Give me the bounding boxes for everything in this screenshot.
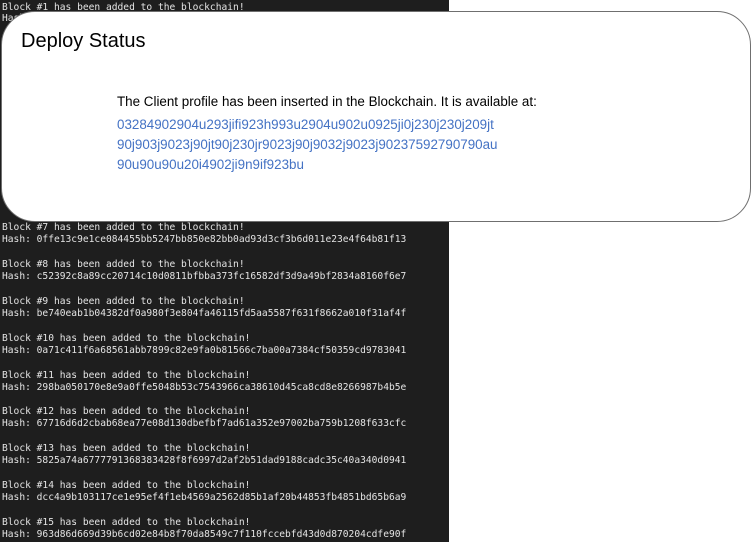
terminal-hash-line: Hash: 5825a74a6777791368383428f8f6997d2a… <box>2 455 407 466</box>
terminal-hash-line: Hash: dcc4a9b103117ce1e95ef4f1eb4569a256… <box>2 492 407 503</box>
terminal-block-added-line: Block #15 has been added to the blockcha… <box>2 517 251 528</box>
terminal-block-added-line: Block #8 has been added to the blockchai… <box>2 259 245 270</box>
terminal-block-added-line: Block #13 has been added to the blockcha… <box>2 443 251 454</box>
blockchain-address-link[interactable]: 03284902904u293jifi923h993u2904u902u0925… <box>117 115 557 175</box>
terminal-hash-line: Hash: 963d86d669d39b6cd02e84b8f70da8549c… <box>2 529 407 540</box>
terminal-hash-line: Hash: 298ba050170e8e9a0ffe5048b53c754396… <box>2 382 407 393</box>
terminal-hash-line: Hash: 67716d6d2cbab68ea77e08d130dbefbf7a… <box>2 418 407 429</box>
screen: Block #1 has been added to the blockchai… <box>0 0 753 542</box>
terminal-block-added-line: Block #14 has been added to the blockcha… <box>2 480 251 491</box>
address-line: 90u90u90u20i4902ji9n9if923bu <box>117 157 304 172</box>
terminal-hash-line: Hash: be740eab1b04382df0a980f3e804fa4611… <box>2 308 407 319</box>
dialog-message: The Client profile has been inserted in … <box>117 94 537 109</box>
terminal-block-added-line: Block #7 has been added to the blockchai… <box>2 222 245 233</box>
dialog-title: Deploy Status <box>21 30 146 52</box>
terminal-hash-line: Hash: 0a71c411f6a68561abb7899c82e9fa0b81… <box>2 345 407 356</box>
deploy-status-dialog: Deploy Status The Client profile has bee… <box>1 11 751 222</box>
terminal-hash-line: Hash: c52392c8a89cc20714c10d0811bfbba373… <box>2 271 407 282</box>
terminal-block-added-line: Block #11 has been added to the blockcha… <box>2 370 251 381</box>
address-line: 03284902904u293jifi923h993u2904u902u0925… <box>117 117 494 132</box>
address-line: 90j903j9023j90jt90j230jr9023j90j9032j902… <box>117 137 498 152</box>
terminal-block-added-line: Block #10 has been added to the blockcha… <box>2 333 251 344</box>
terminal-block-added-line: Block #9 has been added to the blockchai… <box>2 296 245 307</box>
terminal-block-added-line: Block #12 has been added to the blockcha… <box>2 406 251 417</box>
terminal-hash-line: Hash: 0ffe13c9e1ce084455bb5247bb850e82bb… <box>2 234 407 245</box>
